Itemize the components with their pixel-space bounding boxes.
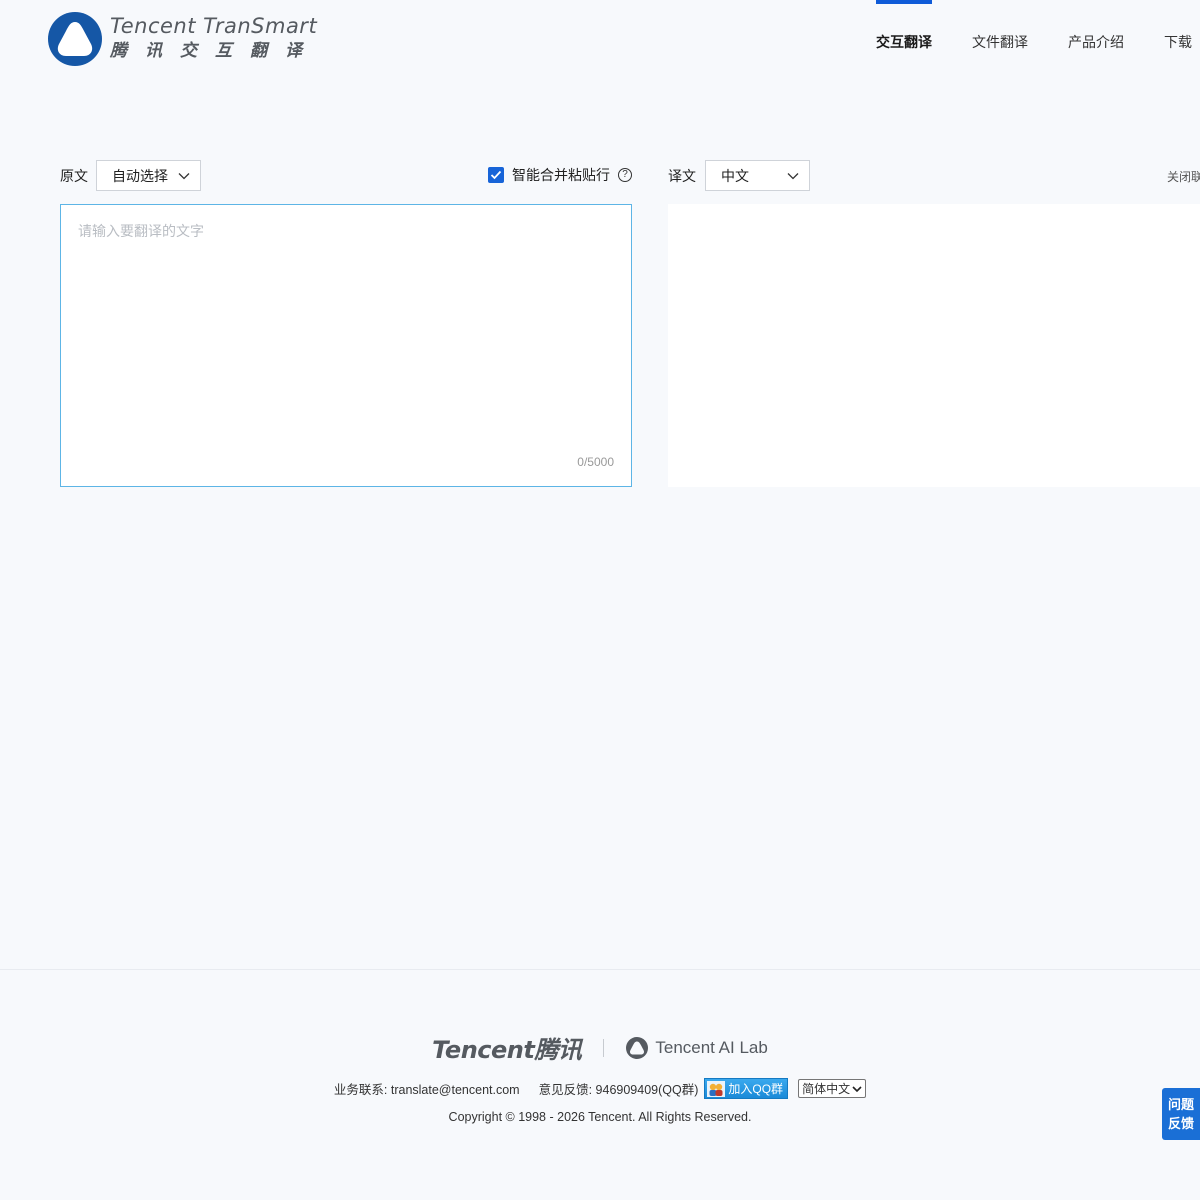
- chevron-down-icon: [787, 173, 799, 180]
- feedback-widget-button[interactable]: 问题 反馈: [1162, 1088, 1200, 1140]
- site-language-select[interactable]: 简体中文: [798, 1079, 867, 1098]
- target-language-value: 中文: [721, 167, 749, 184]
- smart-paste-label: 智能合并粘贴行: [512, 167, 610, 183]
- source-text-box: 0/5000: [60, 204, 632, 487]
- nav-download[interactable]: 下载: [1164, 0, 1192, 60]
- ailab-logo: Tencent AI Lab: [626, 1036, 768, 1059]
- footer-separator: [603, 1038, 605, 1057]
- brand-name-en: Tencent TranSmart: [110, 14, 318, 38]
- smart-paste-checkbox[interactable]: [488, 167, 504, 183]
- feedback-contact: 意见反馈: 946909409(QQ群): [538, 1083, 699, 1097]
- ailab-icon: [626, 1036, 649, 1059]
- feedback-line2: 反馈: [1167, 1116, 1194, 1131]
- nav-file-translate[interactable]: 文件翻译: [972, 0, 1028, 60]
- footer-contact: 业务联系: translate@tencent.com 意见反馈: 946909…: [0, 1078, 1200, 1099]
- join-qq-button[interactable]: 加入QQ群: [704, 1078, 789, 1099]
- site-header: Tencent TranSmart 腾讯交互翻译 交互翻译 文件翻译 产品介绍 …: [0, 0, 1200, 80]
- source-label: 原文: [60, 168, 88, 184]
- brand-name-cn: 腾讯交互翻译: [110, 41, 320, 61]
- check-icon: [490, 170, 502, 180]
- chevron-down-icon: [852, 1085, 862, 1092]
- footer-divider: [0, 969, 1200, 970]
- join-qq-label: 加入QQ群: [728, 1082, 784, 1096]
- feedback-line1: 问题: [1167, 1097, 1194, 1112]
- source-language-select[interactable]: 自动选择: [96, 160, 201, 191]
- close-link[interactable]: 关闭联: [1167, 168, 1200, 185]
- main-nav: 交互翻译 文件翻译 产品介绍 下载: [876, 0, 1200, 60]
- tencent-logo: Tencent腾讯: [432, 1036, 582, 1064]
- footer-logos: Tencent腾讯 Tencent AI Lab: [0, 1030, 1200, 1065]
- smart-paste-toggle[interactable]: 智能合并粘贴行 ?: [488, 165, 632, 185]
- copyright: Copyright © 1998 - 2026 Tencent. All Rig…: [448, 1110, 752, 1124]
- site-language-value: 简体中文: [802, 1082, 851, 1096]
- nav-interactive-translate[interactable]: 交互翻译: [876, 0, 932, 60]
- nav-product-intro[interactable]: 产品介绍: [1068, 0, 1124, 60]
- ailab-text: Tencent AI Lab: [655, 1037, 768, 1057]
- char-count: 0/5000: [577, 455, 614, 469]
- source-language-value: 自动选择: [112, 167, 168, 184]
- translation-output: [668, 204, 1200, 487]
- help-icon[interactable]: ?: [618, 168, 632, 182]
- business-contact: 业务联系: translate@tencent.com: [333, 1083, 520, 1097]
- target-label: 译文: [668, 168, 696, 184]
- chevron-down-icon: [178, 173, 190, 180]
- target-language-select[interactable]: 中文: [705, 160, 810, 191]
- brand-logo[interactable]: Tencent TranSmart 腾讯交互翻译: [48, 12, 320, 66]
- transmart-logo-icon: [48, 12, 102, 66]
- source-text-input[interactable]: [61, 205, 631, 486]
- qq-group-icon: [707, 1080, 726, 1097]
